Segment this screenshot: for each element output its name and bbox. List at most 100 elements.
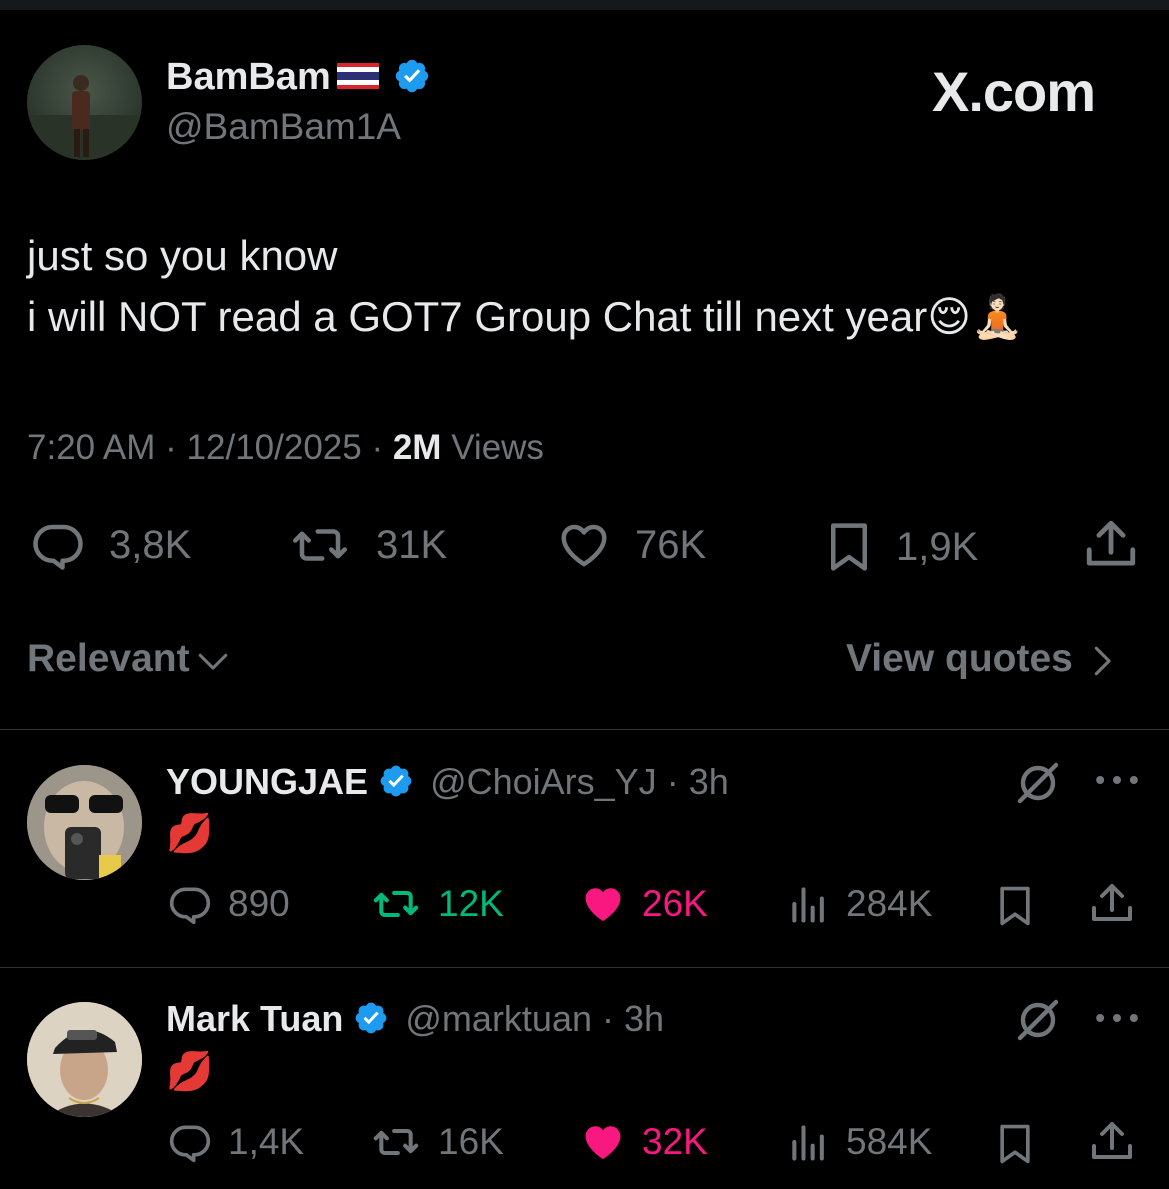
sort-dropdown[interactable]: Relevant xyxy=(27,636,230,682)
reply-repost-button[interactable]: 16K xyxy=(368,1120,504,1164)
reply-views-button[interactable]: 284K xyxy=(786,882,932,926)
tweet-text-line2-row: i will NOT read a GOT7 Group Chat till n… xyxy=(27,292,1023,342)
meta-separator: · xyxy=(371,428,384,467)
reply-separator: · xyxy=(602,998,615,1039)
author-name-row: BamBam xyxy=(166,55,431,99)
repost-icon xyxy=(293,529,347,561)
reply-icon xyxy=(169,1125,211,1163)
reply-separator: · xyxy=(666,761,679,802)
reply-display-name[interactable]: YOUNGJAE xyxy=(166,761,368,802)
reply-reply-count: 1,4K xyxy=(228,1121,305,1162)
share-icon xyxy=(1092,884,1132,921)
sort-label: Relevant xyxy=(27,637,190,680)
reply-reply-button[interactable]: 890 xyxy=(166,882,290,926)
reply-avatar-image-icon xyxy=(27,765,142,880)
reply-display-name[interactable]: Mark Tuan xyxy=(166,998,343,1039)
share-icon xyxy=(1092,1122,1132,1159)
reply-count: 3,8K xyxy=(109,522,192,567)
reply-like-count: 32K xyxy=(642,1121,708,1162)
verified-badge-icon xyxy=(395,59,428,93)
grok-icon xyxy=(1017,762,1059,804)
reply-handle[interactable]: @marktuan xyxy=(405,998,592,1039)
bookmark-icon xyxy=(1000,1124,1030,1164)
reply-views-button[interactable]: 584K xyxy=(786,1120,932,1164)
like-count: 76K xyxy=(635,522,707,567)
more-icon xyxy=(1096,1014,1138,1022)
grok-button[interactable] xyxy=(1014,759,1062,812)
repost-count: 31K xyxy=(376,522,448,567)
tweet-time[interactable]: 7:20 AM xyxy=(27,428,155,467)
grok-button[interactable] xyxy=(1014,996,1062,1049)
reply-share-button[interactable] xyxy=(1088,1118,1136,1171)
chevron-right-icon xyxy=(1094,646,1111,676)
reply-time[interactable]: 3h xyxy=(624,998,664,1039)
status-strip xyxy=(0,0,1169,10)
heart-icon xyxy=(561,524,607,567)
author-avatar[interactable] xyxy=(27,45,142,160)
views-count: 2M xyxy=(392,428,442,467)
reply-like-count: 26K xyxy=(642,883,708,924)
reply-repost-count: 16K xyxy=(438,1121,504,1162)
heart-filled-icon xyxy=(585,888,621,922)
tweet-date[interactable]: 12/10/2025 xyxy=(187,428,362,467)
views-label: Views xyxy=(451,428,544,467)
like-button[interactable]: 76K xyxy=(553,518,706,572)
heart-filled-icon xyxy=(585,1126,621,1160)
more-icon xyxy=(1096,776,1138,784)
meta-separator: · xyxy=(165,428,177,467)
tweet-text-line1: just so you know xyxy=(27,232,338,279)
divider xyxy=(0,729,1169,730)
reply-icon xyxy=(33,524,83,570)
x-com-watermark: X.com xyxy=(932,60,1096,123)
share-icon xyxy=(1086,520,1136,566)
tweet-meta: 7:20 AM · 12/10/2025 · 2M Views xyxy=(27,428,544,468)
reply-share-button[interactable] xyxy=(1088,880,1136,933)
reply-text: 💋 xyxy=(166,811,214,855)
tweet-text-line2: i will NOT read a GOT7 Group Chat till n… xyxy=(27,293,928,340)
reply-text: 💋 xyxy=(166,1049,214,1093)
reply-avatar[interactable] xyxy=(27,1002,142,1117)
reply-header: Mark Tuan @marktuan · 3h xyxy=(166,997,664,1041)
view-quotes-link[interactable]: View quotes xyxy=(846,636,1114,682)
divider xyxy=(0,967,1169,968)
repost-icon xyxy=(373,1128,419,1156)
reply-icon xyxy=(169,887,211,925)
reply-avatar[interactable] xyxy=(27,765,142,880)
reply-reply-button[interactable]: 1,4K xyxy=(166,1120,304,1164)
reply-button[interactable]: 3,8K xyxy=(27,518,191,572)
grok-icon xyxy=(1017,999,1059,1041)
reply-repost-button[interactable]: 12K xyxy=(368,882,504,926)
views-icon xyxy=(792,887,824,923)
author-silhouette-icon xyxy=(27,75,142,160)
thailand-flag-icon xyxy=(336,62,379,89)
verified-badge-icon xyxy=(356,1003,387,1034)
bookmark-icon xyxy=(831,523,867,571)
reply-bookmark-button[interactable] xyxy=(993,882,1037,935)
view-quotes-label: View quotes xyxy=(846,637,1073,680)
bookmark-icon xyxy=(1000,886,1030,926)
repost-icon xyxy=(373,890,419,918)
reply-time[interactable]: 3h xyxy=(689,761,729,802)
bookmark-button[interactable]: 1,9K xyxy=(822,518,978,576)
reply-bookmark-button[interactable] xyxy=(993,1120,1037,1173)
reply-views-count: 584K xyxy=(846,1121,933,1162)
repost-button[interactable]: 31K xyxy=(284,518,447,572)
reply-reply-count: 890 xyxy=(228,883,290,924)
share-button[interactable] xyxy=(1082,516,1140,574)
reply-views-count: 284K xyxy=(846,883,933,924)
reply-repost-count: 12K xyxy=(438,883,504,924)
reply-like-button[interactable]: 32K xyxy=(578,1120,708,1164)
reply-handle[interactable]: @ChoiArs_YJ xyxy=(430,761,657,802)
bookmark-count: 1,9K xyxy=(896,524,979,569)
verified-badge-icon xyxy=(380,766,412,797)
views-icon xyxy=(792,1125,824,1161)
more-options-button[interactable] xyxy=(1094,1008,1140,1033)
reply-header: YOUNGJAE @ChoiArs_YJ · 3h xyxy=(166,760,729,804)
reply-like-button[interactable]: 26K xyxy=(578,882,708,926)
tweet-emojis: 😌🧘🏻 xyxy=(927,292,1024,341)
more-options-button[interactable] xyxy=(1094,770,1140,795)
chevron-down-icon xyxy=(199,653,228,670)
author-display-name[interactable]: BamBam xyxy=(166,56,331,98)
author-handle[interactable]: @BamBam1A xyxy=(166,106,401,148)
reply-avatar-image-icon xyxy=(27,1002,142,1117)
